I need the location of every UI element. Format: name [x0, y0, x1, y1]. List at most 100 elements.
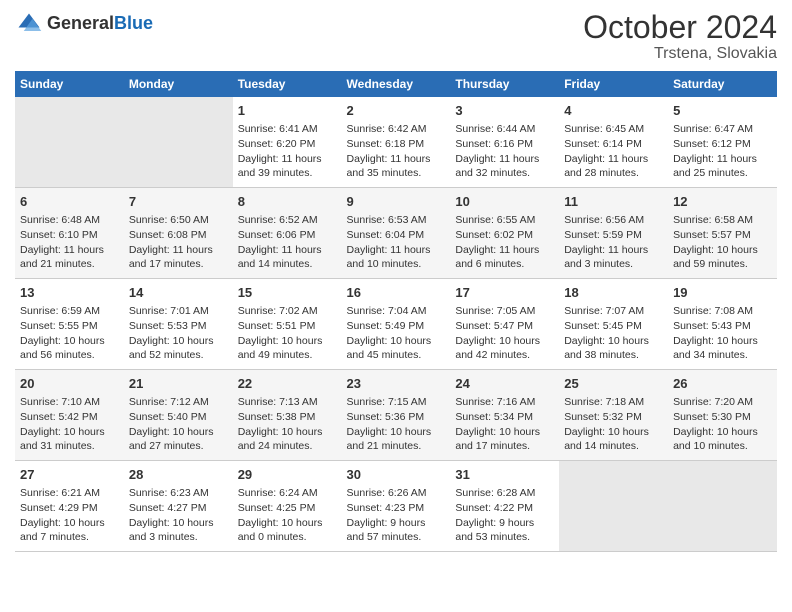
day-number: 6 — [20, 193, 119, 211]
calendar-cell: 2 Sunrise: 6:42 AMSunset: 6:18 PMDaylight… — [342, 97, 451, 187]
weekday-header-cell: Tuesday — [233, 71, 342, 97]
day-info: Sunrise: 6:28 AMSunset: 4:22 PMDaylight:… — [455, 486, 554, 545]
day-info: Sunrise: 6:47 AMSunset: 6:12 PMDaylight:… — [673, 122, 772, 181]
calendar-cell: 19 Sunrise: 7:08 AMSunset: 5:43 PMDayligh… — [668, 279, 777, 370]
header: GeneralBlue October 2024 Trstena, Slovak… — [15, 10, 777, 63]
weekday-header-cell: Sunday — [15, 71, 124, 97]
day-info: Sunrise: 7:16 AMSunset: 5:34 PMDaylight:… — [455, 395, 554, 454]
day-number: 24 — [455, 375, 554, 393]
calendar-cell: 21 Sunrise: 7:12 AMSunset: 5:40 PMDayligh… — [124, 370, 233, 461]
calendar-cell: 9Sunrise: 6:53 AMSunset: 6:04 PMDaylight… — [342, 188, 451, 279]
day-info: Sunrise: 6:50 AMSunset: 6:08 PMDaylight:… — [129, 213, 228, 272]
day-number: 9 — [347, 193, 446, 211]
calendar-cell: 28 Sunrise: 6:23 AMSunset: 4:27 PMDayligh… — [124, 460, 233, 551]
day-number: 30 — [347, 466, 446, 484]
day-number: 26 — [673, 375, 772, 393]
calendar-cell — [15, 97, 124, 187]
day-number: 29 — [238, 466, 337, 484]
day-info: Sunrise: 6:44 AMSunset: 6:16 PMDaylight:… — [455, 122, 554, 181]
day-number: 31 — [455, 466, 554, 484]
day-number: 12 — [673, 193, 772, 211]
calendar-cell: 4 Sunrise: 6:45 AMSunset: 6:14 PMDaylight… — [559, 97, 668, 187]
calendar-cell: 30 Sunrise: 6:26 AMSunset: 4:23 PMDayligh… — [342, 460, 451, 551]
calendar-cell: 18 Sunrise: 7:07 AMSunset: 5:45 PMDayligh… — [559, 279, 668, 370]
logo-text-blue: Blue — [114, 13, 153, 33]
day-info: Sunrise: 7:18 AMSunset: 5:32 PMDaylight:… — [564, 395, 663, 454]
calendar-cell: 26 Sunrise: 7:20 AMSunset: 5:30 PMDayligh… — [668, 370, 777, 461]
day-number: 2 — [347, 102, 446, 120]
day-number: 28 — [129, 466, 228, 484]
calendar-cell — [124, 97, 233, 187]
day-number: 5 — [673, 102, 772, 120]
calendar-cell: 13Sunrise: 6:59 AMSunset: 5:55 PMDayligh… — [15, 279, 124, 370]
day-number: 8 — [238, 193, 337, 211]
day-number: 16 — [347, 284, 446, 302]
calendar-cell: 12 Sunrise: 6:58 AMSunset: 5:57 PMDayligh… — [668, 188, 777, 279]
day-number: 17 — [455, 284, 554, 302]
day-number: 25 — [564, 375, 663, 393]
calendar-body: 1Sunrise: 6:41 AMSunset: 6:20 PMDaylight… — [15, 97, 777, 551]
day-number: 27 — [20, 466, 119, 484]
calendar-cell: 8 Sunrise: 6:52 AMSunset: 6:06 PMDaylight… — [233, 188, 342, 279]
calendar-cell — [559, 460, 668, 551]
day-info: Sunrise: 6:23 AMSunset: 4:27 PMDaylight:… — [129, 486, 228, 545]
weekday-header-cell: Monday — [124, 71, 233, 97]
day-info: Sunrise: 6:56 AMSunset: 5:59 PMDaylight:… — [564, 213, 663, 272]
calendar-week-row: 1Sunrise: 6:41 AMSunset: 6:20 PMDaylight… — [15, 97, 777, 187]
day-number: 18 — [564, 284, 663, 302]
calendar-cell: 11 Sunrise: 6:56 AMSunset: 5:59 PMDayligh… — [559, 188, 668, 279]
day-info: Sunrise: 7:05 AMSunset: 5:47 PMDaylight:… — [455, 304, 554, 363]
day-info: Sunrise: 6:55 AMSunset: 6:02 PMDaylight:… — [455, 213, 554, 272]
title-block: October 2024 Trstena, Slovakia — [583, 10, 777, 63]
day-info: Sunrise: 6:58 AMSunset: 5:57 PMDaylight:… — [673, 213, 772, 272]
calendar-cell: 3 Sunrise: 6:44 AMSunset: 6:16 PMDaylight… — [450, 97, 559, 187]
calendar-cell: 27 Sunrise: 6:21 AMSunset: 4:29 PMDayligh… — [15, 460, 124, 551]
day-number: 7 — [129, 193, 228, 211]
calendar-week-row: 6Sunrise: 6:48 AMSunset: 6:10 PMDaylight… — [15, 188, 777, 279]
day-number: 11 — [564, 193, 663, 211]
calendar-cell: 25 Sunrise: 7:18 AMSunset: 5:32 PMDayligh… — [559, 370, 668, 461]
day-number: 1 — [238, 102, 337, 120]
day-number: 21 — [129, 375, 228, 393]
day-info: Sunrise: 6:45 AMSunset: 6:14 PMDaylight:… — [564, 122, 663, 181]
day-number: 10 — [455, 193, 554, 211]
day-info: Sunrise: 7:07 AMSunset: 5:45 PMDaylight:… — [564, 304, 663, 363]
day-info: Sunrise: 6:59 AMSunset: 5:55 PMDaylight:… — [20, 304, 119, 363]
calendar-cell: 22 Sunrise: 7:13 AMSunset: 5:38 PMDayligh… — [233, 370, 342, 461]
day-info: Sunrise: 6:52 AMSunset: 6:06 PMDaylight:… — [238, 213, 337, 272]
calendar-cell: 24 Sunrise: 7:16 AMSunset: 5:34 PMDayligh… — [450, 370, 559, 461]
weekday-header-row: SundayMondayTuesdayWednesdayThursdayFrid… — [15, 71, 777, 97]
day-number: 4 — [564, 102, 663, 120]
day-number: 3 — [455, 102, 554, 120]
day-info: Sunrise: 7:13 AMSunset: 5:38 PMDaylight:… — [238, 395, 337, 454]
calendar-cell: 20Sunrise: 7:10 AMSunset: 5:42 PMDayligh… — [15, 370, 124, 461]
calendar-cell: 17 Sunrise: 7:05 AMSunset: 5:47 PMDayligh… — [450, 279, 559, 370]
day-number: 23 — [347, 375, 446, 393]
day-number: 22 — [238, 375, 337, 393]
day-info: Sunrise: 7:20 AMSunset: 5:30 PMDaylight:… — [673, 395, 772, 454]
day-number: 15 — [238, 284, 337, 302]
calendar-cell: 10 Sunrise: 6:55 AMSunset: 6:02 PMDayligh… — [450, 188, 559, 279]
day-info: Sunrise: 7:08 AMSunset: 5:43 PMDaylight:… — [673, 304, 772, 363]
calendar-week-row: 13Sunrise: 6:59 AMSunset: 5:55 PMDayligh… — [15, 279, 777, 370]
calendar-cell: 31 Sunrise: 6:28 AMSunset: 4:22 PMDayligh… — [450, 460, 559, 551]
calendar-cell: 23Sunrise: 7:15 AMSunset: 5:36 PMDayligh… — [342, 370, 451, 461]
calendar-title: October 2024 — [583, 10, 777, 45]
calendar-cell: 1Sunrise: 6:41 AMSunset: 6:20 PMDaylight… — [233, 97, 342, 187]
day-info: Sunrise: 6:21 AMSunset: 4:29 PMDaylight:… — [20, 486, 119, 545]
day-info: Sunrise: 6:26 AMSunset: 4:23 PMDaylight:… — [347, 486, 446, 545]
day-info: Sunrise: 7:12 AMSunset: 5:40 PMDaylight:… — [129, 395, 228, 454]
day-info: Sunrise: 7:04 AMSunset: 5:49 PMDaylight:… — [347, 304, 446, 363]
calendar-cell: 5 Sunrise: 6:47 AMSunset: 6:12 PMDaylight… — [668, 97, 777, 187]
weekday-header-cell: Thursday — [450, 71, 559, 97]
day-info: Sunrise: 7:10 AMSunset: 5:42 PMDaylight:… — [20, 395, 119, 454]
calendar-table: SundayMondayTuesdayWednesdayThursdayFrid… — [15, 71, 777, 552]
day-info: Sunrise: 6:24 AMSunset: 4:25 PMDaylight:… — [238, 486, 337, 545]
day-number: 19 — [673, 284, 772, 302]
calendar-cell: 15Sunrise: 7:02 AMSunset: 5:51 PMDayligh… — [233, 279, 342, 370]
page: GeneralBlue October 2024 Trstena, Slovak… — [0, 0, 792, 612]
calendar-cell: 29 Sunrise: 6:24 AMSunset: 4:25 PMDayligh… — [233, 460, 342, 551]
calendar-week-row: 27 Sunrise: 6:21 AMSunset: 4:29 PMDayligh… — [15, 460, 777, 551]
calendar-cell: 7 Sunrise: 6:50 AMSunset: 6:08 PMDaylight… — [124, 188, 233, 279]
day-info: Sunrise: 6:42 AMSunset: 6:18 PMDaylight:… — [347, 122, 446, 181]
